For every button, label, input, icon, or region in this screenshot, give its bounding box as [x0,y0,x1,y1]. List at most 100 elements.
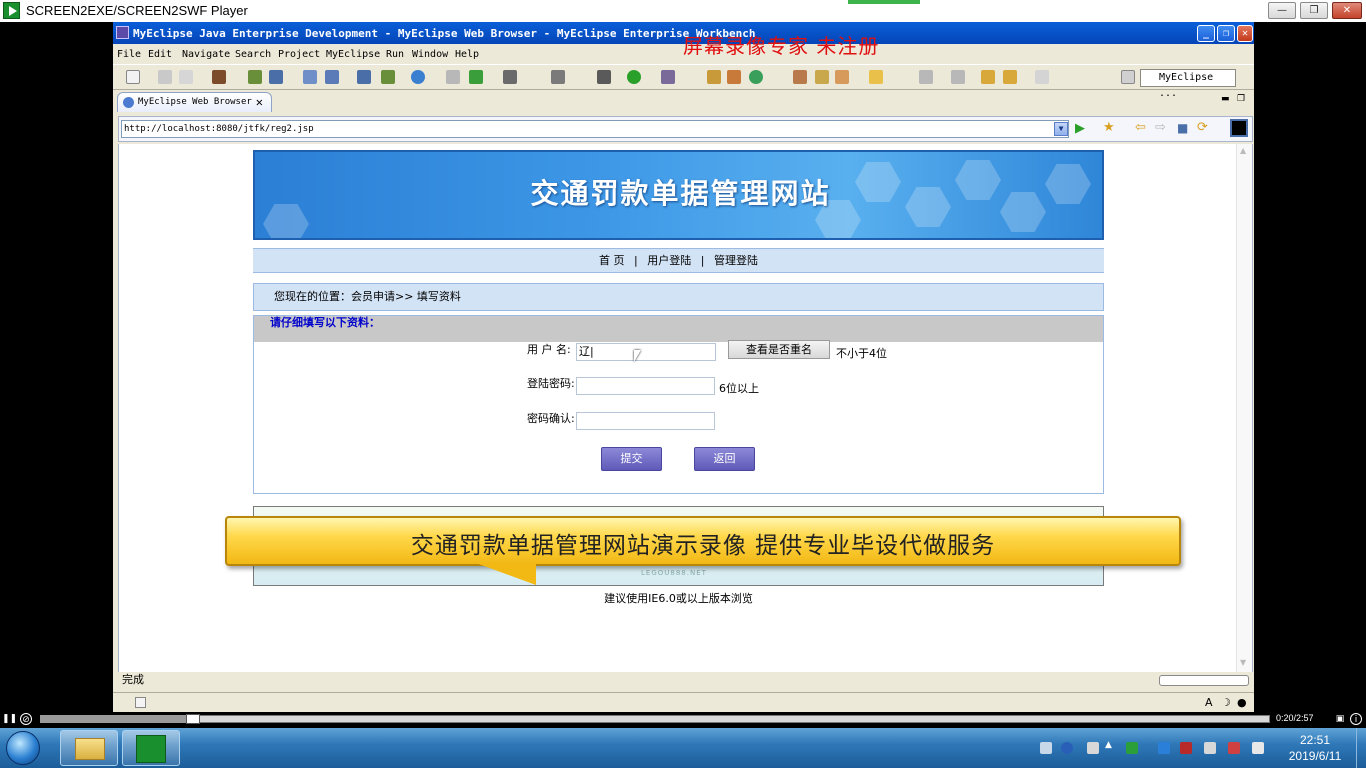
prev-annotation-icon[interactable] [951,70,965,84]
back-icon[interactable] [1003,70,1017,84]
ime-icon[interactable]: A [1205,696,1213,709]
ime-bar-icon[interactable] [1087,742,1099,754]
open-type-icon[interactable] [446,70,460,84]
url-input[interactable]: http://localhost:8080/jtfk/reg2.jsp ▼ [121,120,1069,138]
browser-refresh-icon[interactable]: ⟳ [1197,120,1208,135]
eclipse-minimize-button[interactable]: _ [1197,25,1215,42]
fast-view-icon[interactable] [135,697,146,708]
taskbar-player-button[interactable] [122,730,180,766]
security-icon[interactable] [1180,742,1192,754]
menu-navigate[interactable]: Navigate [182,49,230,60]
maximize-view-icon[interactable]: ❐ [1237,94,1245,104]
server-icon[interactable] [248,70,262,84]
fullscreen-icon[interactable]: ▣ [1334,713,1346,725]
bookmark-icon[interactable] [835,70,849,84]
menu-run[interactable]: Run [386,49,404,60]
next-annotation-icon[interactable] [919,70,933,84]
close-tab-icon[interactable]: ✕ [256,93,263,111]
package-icon[interactable] [212,70,226,84]
brush-icon[interactable] [815,70,829,84]
flag-icon[interactable] [1228,742,1240,754]
pause-icon[interactable]: ❚❚ [2,713,17,725]
globe-icon[interactable] [411,70,425,84]
eclipse-restore-button[interactable]: ❐ [1217,25,1235,42]
seek-bar[interactable] [40,715,1270,723]
menu-myeclipse[interactable]: MyEclipse [326,49,380,60]
password-input[interactable] [576,377,715,395]
refresh-icon[interactable] [469,70,483,84]
keyboard-icon[interactable] [1040,742,1052,754]
sync-icon[interactable] [1158,742,1170,754]
menu-file[interactable]: File [117,49,141,60]
taskbar-explorer-button[interactable] [60,730,118,766]
nav-home-link[interactable]: 首 页 [599,254,625,267]
favorites-icon[interactable]: ★ [1103,120,1115,135]
vertical-scrollbar[interactable]: ▲ ▼ [1236,144,1252,672]
open-perspective-icon[interactable] [1121,70,1135,84]
minimize-view-icon[interactable]: ▬ [1221,94,1230,104]
green-indicator [848,0,920,4]
debug-icon[interactable] [597,70,611,84]
menu-edit[interactable]: Edit [148,49,172,60]
back-button[interactable]: 返回 [694,447,755,471]
forward-icon[interactable] [1035,70,1049,84]
console-icon[interactable] [503,70,517,84]
tray-clock[interactable]: 22:51 2019/6/11 [1280,732,1350,764]
profile-icon[interactable] [661,70,675,84]
moon-icon[interactable]: ☽ [1221,696,1231,709]
task-icon[interactable] [793,70,807,84]
menu-search[interactable]: Search [235,49,271,60]
ext-tools-icon[interactable] [551,70,565,84]
browser-back-icon[interactable]: ⇦ [1135,120,1146,135]
new-icon[interactable] [126,70,140,84]
stop-icon[interactable]: ⊘ [20,713,32,725]
tray-expand-icon[interactable]: ▲ [1105,740,1112,750]
new-package-icon[interactable] [727,70,741,84]
user-icon[interactable]: ● [1237,696,1247,709]
start-button[interactable] [6,731,40,765]
print-icon[interactable] [179,70,193,84]
scroll-up-icon[interactable]: ▲ [1240,146,1246,155]
url-dropdown-icon[interactable]: ▼ [1054,122,1068,136]
nav-user-login-link[interactable]: 用户登陆 [647,254,691,267]
seek-thumb[interactable] [186,714,200,724]
submit-button[interactable]: 提交 [601,447,662,471]
browser-view-icon[interactable] [1230,119,1248,137]
perspective-switcher[interactable]: MyEclipse ... [1140,69,1236,99]
help-icon[interactable] [1061,742,1073,754]
username-input[interactable]: 辽| [576,343,716,361]
player-minimize-button[interactable]: — [1268,2,1296,19]
web-icon[interactable] [381,70,395,84]
app-tray-icon[interactable] [1126,742,1138,754]
info-icon[interactable]: i [1350,713,1362,725]
volume-icon[interactable] [1204,742,1216,754]
db-icon[interactable] [303,70,317,84]
menu-window[interactable]: Window [412,49,448,60]
browser-stop-icon[interactable]: ■ [1177,121,1188,135]
deploy-icon[interactable] [269,70,283,84]
last-edit-icon[interactable] [981,70,995,84]
new-class-icon[interactable] [707,70,721,84]
explorer-icon[interactable] [325,70,339,84]
go-icon[interactable]: ▶ [1075,121,1085,136]
tab-web-browser[interactable]: MyEclipse Web Browser ✕ [117,92,272,112]
address-bar: http://localhost:8080/jtfk/reg2.jsp ▼ ▶ … [118,116,1253,142]
browser-forward-icon[interactable]: ⇨ [1155,120,1166,135]
save-icon[interactable] [158,70,172,84]
folder-icon[interactable] [869,70,883,84]
confirm-password-input[interactable] [576,412,715,430]
menu-help[interactable]: Help [455,49,479,60]
player-close-button[interactable]: ✕ [1332,2,1362,19]
wizard-icon[interactable] [357,70,371,84]
menu-bar: File Edit Navigate Search Project MyEcli… [113,44,1254,64]
eclipse-close-button[interactable]: ✕ [1237,25,1253,42]
menu-project[interactable]: Project [278,49,320,60]
player-maximize-button[interactable]: ❐ [1300,2,1328,19]
scroll-down-icon[interactable]: ▼ [1240,658,1246,667]
network-icon[interactable] [1252,742,1264,754]
new-g-icon[interactable] [749,70,763,84]
run-icon[interactable] [627,70,641,84]
check-duplicate-button[interactable]: 查看是否重名 [728,340,830,359]
nav-admin-login-link[interactable]: 管理登陆 [714,254,758,267]
show-desktop-button[interactable] [1356,728,1366,768]
